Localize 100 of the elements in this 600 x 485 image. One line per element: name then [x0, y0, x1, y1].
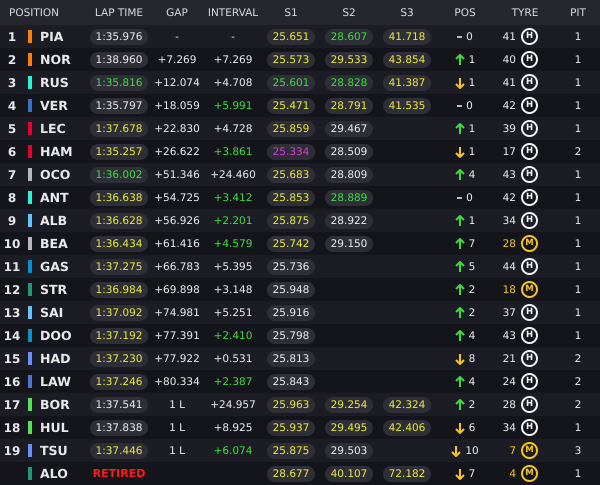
down-arrow-icon [454, 146, 465, 158]
column-header: LAP TIME [94, 6, 144, 18]
tyre-compound: H [521, 350, 538, 367]
position-change: 7 [468, 468, 476, 480]
sector-time: 43.854 [382, 52, 432, 68]
column-header: POSITION [8, 6, 59, 18]
up-arrow-icon [454, 238, 465, 250]
sector-time: 25.798 [266, 328, 316, 344]
driver-code: ALB [39, 213, 68, 228]
sector-time: 25.859 [266, 120, 316, 136]
down-arrow-icon [451, 444, 462, 456]
sector-time: 28.509 [324, 144, 374, 160]
pit-count: 1 [574, 238, 582, 250]
pit-count: 1 [574, 260, 582, 272]
up-arrow-icon [454, 398, 465, 410]
gap-value: +12.074 [154, 76, 200, 88]
driver-code: VER [39, 98, 69, 113]
tyre-laps: 41 [502, 76, 516, 88]
sector-time: 25.813 [266, 350, 316, 366]
sector-time: 28.809 [324, 166, 374, 182]
tyre-compound: M [521, 442, 538, 459]
driver-code: STR [39, 282, 68, 297]
column-header: TYRE [512, 6, 538, 18]
driver-code: TSU [39, 443, 69, 458]
sector-time: 25.875 [266, 212, 316, 228]
tyre-compound: H [521, 327, 538, 344]
gap-value: +80.334 [154, 376, 200, 388]
lap-time: 1:35.797 [90, 98, 148, 114]
down-arrow-icon [454, 352, 465, 364]
sector-time: 28.889 [324, 190, 374, 206]
sector-time: 28.828 [324, 74, 374, 90]
position-number: 3 [8, 76, 16, 90]
gap-value: +51.346 [154, 168, 200, 180]
sector-time: 25.334 [266, 144, 316, 160]
tyre-compound: H [521, 28, 538, 45]
column-header: S1 [284, 6, 298, 18]
interval-value: +5.991 [214, 100, 252, 112]
gap-value: 1 L [169, 398, 185, 410]
sector-time: 28.677 [266, 466, 316, 482]
lap-time: 1:37.092 [90, 304, 148, 320]
sector-time: 25.471 [266, 98, 316, 114]
pit-count: 1 [574, 214, 582, 226]
tyre-laps: 44 [502, 260, 516, 272]
position-change: 4 [468, 330, 476, 342]
interval-value: +4.579 [214, 238, 252, 250]
driver-code: LEC [39, 121, 67, 136]
tyre-compound: H [521, 74, 538, 91]
position-change: 0 [466, 192, 473, 204]
lap-time: 1:37.192 [90, 328, 148, 344]
tyre-laps: 34 [502, 422, 516, 434]
driver-code: RUS [39, 75, 70, 90]
column-header: GAP [166, 6, 188, 18]
position-change: 0 [466, 100, 473, 112]
driver-code: OCO [39, 167, 72, 182]
interval-value: +3.861 [214, 146, 252, 158]
pit-count: 1 [574, 76, 582, 88]
tyre-laps: 4 [509, 468, 516, 480]
interval-value: +7.269 [214, 54, 252, 66]
sector-time: 25.948 [266, 282, 316, 298]
driver-code: DOO [39, 328, 73, 343]
lap-time: 1:36.628 [90, 212, 148, 228]
sector-time: 29.503 [324, 442, 374, 458]
dash-icon [457, 36, 462, 38]
pit-count: 2 [574, 146, 582, 158]
driver-code: HAD [39, 351, 72, 366]
lap-time: 1:36.434 [90, 236, 148, 252]
tyre-compound: M [521, 281, 538, 298]
tyre-compound: H [521, 258, 538, 275]
pit-count: 1 [574, 422, 582, 434]
gap-value: +74.981 [154, 306, 200, 318]
tyre-laps: 39 [502, 122, 516, 134]
sector-time: 41.718 [382, 28, 432, 44]
gap-value: +18.059 [154, 100, 200, 112]
sector-time: 72.182 [382, 466, 432, 482]
position-change: 1 [468, 122, 476, 134]
tyre-compound: H [521, 396, 538, 413]
gap-value: +61.416 [154, 238, 200, 250]
tyre-laps: 21 [502, 352, 516, 364]
sector-time: 28.922 [324, 212, 374, 228]
sector-time: 28.607 [324, 28, 374, 44]
interval-value: +5.251 [214, 306, 252, 318]
tyre-laps: 40 [502, 54, 516, 66]
up-arrow-icon [454, 54, 465, 66]
interval-value: +5.395 [214, 260, 252, 272]
up-arrow-icon [454, 330, 465, 342]
sector-time: 25.651 [266, 28, 316, 44]
position-number: 2 [8, 52, 16, 66]
interval-value: +4.728 [214, 122, 252, 134]
sector-time: 29.467 [324, 120, 374, 136]
driver-code: SAI [39, 305, 64, 320]
tyre-laps: 43 [502, 330, 516, 342]
lap-time: 1:35.257 [90, 144, 148, 160]
interval-value: +3.412 [214, 192, 252, 204]
pit-count: 1 [574, 284, 582, 296]
lap-time: 1:37.541 [90, 396, 148, 412]
tyre-compound: H [521, 51, 538, 68]
sector-time: 25.916 [266, 304, 316, 320]
dash-icon [457, 104, 462, 106]
tyre-compound: M [521, 235, 538, 252]
pit-count: 1 [574, 122, 582, 134]
